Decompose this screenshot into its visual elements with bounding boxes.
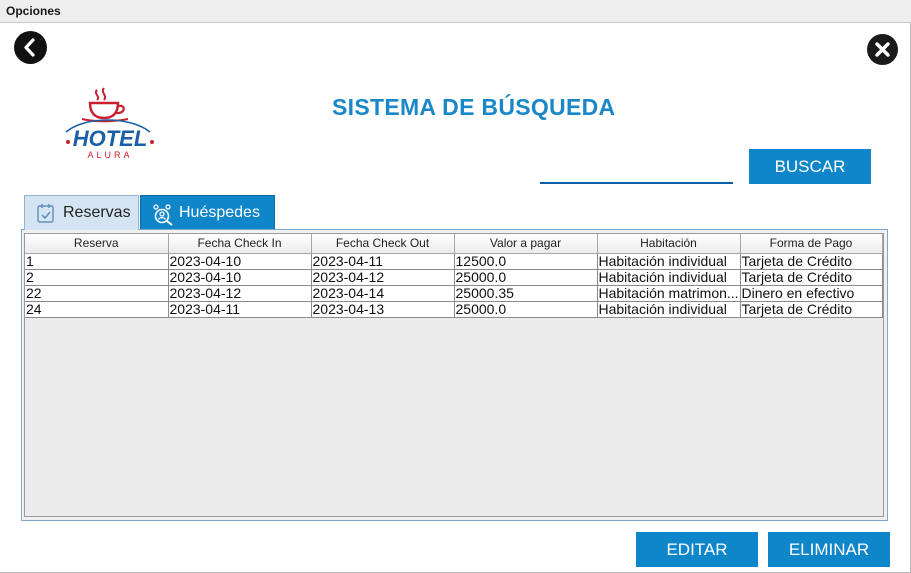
search-input[interactable] [540, 150, 733, 184]
tab-reservas-label: Reservas [63, 204, 131, 221]
delete-button[interactable]: ELIMINAR [768, 532, 890, 567]
chevron-left-icon [24, 38, 35, 57]
column-header-fecha-check-out[interactable]: Fecha Check Out [311, 234, 455, 254]
tab-huespedes-label: Huéspedes [179, 203, 260, 221]
coffee-cup-icon: HOTEL ALURA [65, 87, 154, 160]
column-header-valor[interactable]: Valor a pagar [454, 234, 598, 254]
close-button[interactable] [867, 34, 898, 65]
cell-forma-pago[interactable]: Tarjeta de Crédito [740, 253, 883, 270]
cell-reserva[interactable]: 24 [25, 301, 169, 318]
svg-text:ALURA: ALURA [87, 150, 132, 160]
table-row[interactable]: 24 2023-04-11 2023-04-13 25000.0 Habitac… [25, 301, 883, 318]
table-header-row: Reserva Fecha Check In Fecha Check Out V… [25, 234, 883, 254]
reservations-table-scroll[interactable]: Reserva Fecha Check In Fecha Check Out V… [24, 233, 884, 517]
title-bar: Opciones [0, 0, 911, 23]
column-header-forma-pago[interactable]: Forma de Pago [740, 234, 883, 254]
cell-check-in[interactable]: 2023-04-12 [168, 285, 312, 302]
column-header-habitacion[interactable]: Habitación [597, 234, 741, 254]
guests-search-icon [151, 202, 173, 226]
hotel-logo: HOTEL ALURA [60, 86, 160, 161]
reservations-table: Reserva Fecha Check In Fecha Check Out V… [25, 234, 883, 318]
cell-check-out[interactable]: 2023-04-11 [311, 253, 455, 270]
table-row[interactable]: 22 2023-04-12 2023-04-14 25000.35 Habita… [25, 285, 883, 302]
tab-huespedes[interactable]: Huéspedes [140, 195, 275, 230]
cell-valor[interactable]: 12500.0 [454, 253, 598, 270]
app-window: Opciones HOTEL ALURA SISTEMA DE BÚSQUEDA… [0, 0, 911, 573]
cell-habitacion[interactable]: Habitación individual [597, 269, 741, 286]
cell-reserva[interactable]: 2 [25, 269, 169, 286]
table-row[interactable]: 1 2023-04-10 2023-04-11 12500.0 Habitaci… [25, 253, 883, 270]
table-row[interactable]: 2 2023-04-10 2023-04-12 25000.0 Habitaci… [25, 269, 883, 286]
reservations-panel: Reserva Fecha Check In Fecha Check Out V… [21, 229, 888, 521]
close-icon [875, 42, 890, 57]
cell-check-in[interactable]: 2023-04-10 [168, 269, 312, 286]
cell-forma-pago[interactable]: Tarjeta de Crédito [740, 269, 883, 286]
back-button[interactable] [14, 31, 47, 64]
cell-check-out[interactable]: 2023-04-14 [311, 285, 455, 302]
cell-habitacion[interactable]: Habitación individual [597, 301, 741, 318]
cell-reserva[interactable]: 22 [25, 285, 169, 302]
cell-habitacion[interactable]: Habitación individual [597, 253, 741, 270]
window-title: Opciones [6, 4, 61, 18]
svg-text:HOTEL: HOTEL [73, 126, 148, 151]
cell-valor[interactable]: 25000.35 [454, 285, 598, 302]
cell-forma-pago[interactable]: Tarjeta de Crédito [740, 301, 883, 318]
cell-check-out[interactable]: 2023-04-12 [311, 269, 455, 286]
cell-habitacion[interactable]: Habitación matrimon... [597, 285, 741, 302]
tab-reservas[interactable]: Reservas [24, 195, 139, 230]
cell-valor[interactable]: 25000.0 [454, 301, 598, 318]
edit-button[interactable]: EDITAR [636, 532, 758, 567]
calendar-check-icon [35, 202, 57, 224]
cell-reserva[interactable]: 1 [25, 253, 169, 270]
cell-valor[interactable]: 25000.0 [454, 269, 598, 286]
cell-check-in[interactable]: 2023-04-10 [168, 253, 312, 270]
search-button[interactable]: BUSCAR [749, 149, 871, 184]
column-header-fecha-check-in[interactable]: Fecha Check In [168, 234, 312, 254]
cell-check-out[interactable]: 2023-04-13 [311, 301, 455, 318]
column-header-reserva[interactable]: Reserva [25, 234, 169, 254]
cell-forma-pago[interactable]: Dinero en efectivo [740, 285, 883, 302]
page-title: SISTEMA DE BÚSQUEDA [332, 94, 616, 120]
cell-check-in[interactable]: 2023-04-11 [168, 301, 312, 318]
